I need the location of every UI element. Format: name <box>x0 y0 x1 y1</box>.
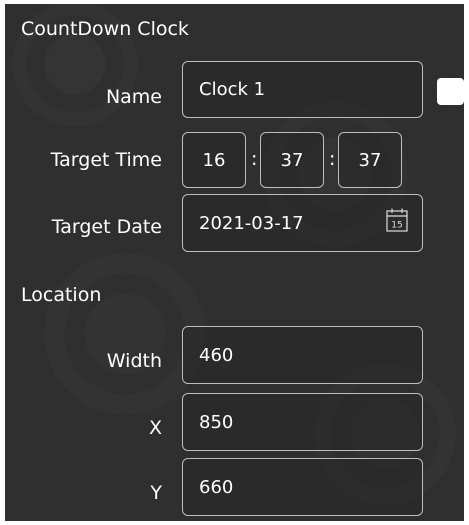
calendar-icon[interactable]: 15 <box>386 208 408 232</box>
hours-input[interactable]: 16 <box>182 132 246 188</box>
name-input[interactable]: Clock 1 <box>182 61 423 118</box>
target-date-label: Target Date <box>51 216 162 238</box>
seconds-input[interactable]: 37 <box>338 132 402 188</box>
minutes-value: 37 <box>280 149 304 171</box>
width-value: 460 <box>199 344 234 366</box>
width-label: Width <box>106 350 162 372</box>
width-input[interactable]: 460 <box>182 326 423 384</box>
y-input[interactable]: 660 <box>182 458 423 516</box>
seconds-value: 37 <box>358 149 382 171</box>
x-value: 850 <box>199 411 234 433</box>
time-separator: : <box>251 148 258 170</box>
minutes-input[interactable]: 37 <box>260 132 324 188</box>
y-value: 660 <box>199 476 234 498</box>
panel-title: CountDown Clock <box>21 18 189 40</box>
name-label: Name <box>105 86 162 108</box>
x-input[interactable]: 850 <box>182 393 423 451</box>
location-heading: Location <box>21 284 102 306</box>
enable-checkbox[interactable] <box>437 78 464 105</box>
target-date-value: 2021-03-17 <box>199 212 304 234</box>
countdown-clock-panel: CountDown Clock Name Clock 1 Target Time… <box>5 4 464 521</box>
target-date-picker[interactable]: 2021-03-17 15 <box>182 194 423 252</box>
y-label: Y <box>150 482 162 504</box>
target-time-label: Target Time <box>50 149 162 171</box>
x-label: X <box>148 417 162 439</box>
time-separator: : <box>329 148 336 170</box>
name-value: Clock 1 <box>199 79 266 100</box>
hours-value: 16 <box>202 149 226 171</box>
calendar-day: 15 <box>391 221 402 231</box>
